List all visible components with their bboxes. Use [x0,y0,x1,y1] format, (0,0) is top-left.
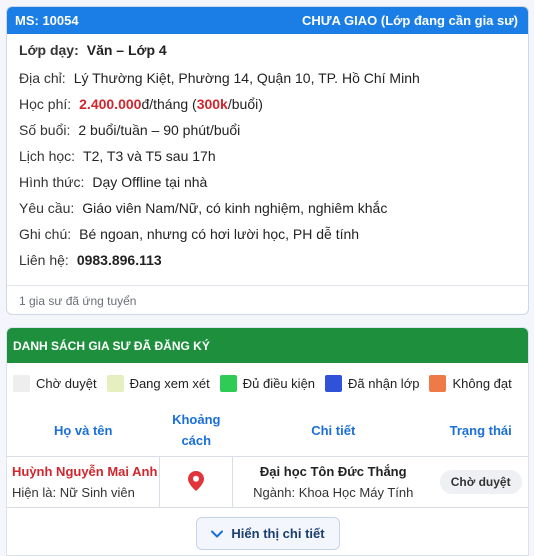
legend-item-qualified: Đủ điều kiện [219,374,316,392]
tutor-detail-cell: Đại học Tôn Đức Thắng Ngành: Khoa Học Má… [233,457,433,507]
tutor-major: Ngành: Khoa Học Máy Tính [253,485,414,500]
legend-label-accepted: Đã nhận lớp [348,375,420,391]
legend-item-reviewing: Đang xem xét [106,374,210,392]
chevron-down-icon [211,530,224,537]
applicants-count: 1 gia sư đã ứng tuyển [7,285,528,314]
format-label: Hình thức: [19,174,85,190]
tutor-list-title: DANH SÁCH GIA SƯ ĐÃ ĐĂNG KÝ [7,328,528,363]
address-row: Địa chỉ: Lý Thường Kiệt, Phường 14, Quận… [19,65,516,91]
legend-swatch-qualified [219,374,237,392]
fee-label: Học phí: [19,96,72,112]
schedule-row: Lịch học: T2, T3 và T5 sau 17h [19,143,516,169]
location-pin-icon[interactable] [188,470,205,494]
contact-label: Liên hệ: [19,252,69,268]
legend-label-qualified: Đủ điều kiện [242,375,316,391]
requirement-label: Yêu cầu: [19,200,75,216]
tutor-status-cell: Chờ duyệt [433,457,528,507]
fee-unit: đ/tháng ( [141,96,197,112]
schedule-value: T2, T3 và T5 sau 17h [83,148,216,164]
legend-item-pending: Chờ duyệt [13,374,97,392]
requirement-value: Giáo viên Nam/Nữ, có kinh nghiệm, nghiêm… [82,200,388,216]
listing-status: CHƯA GIAO (Lớp đang cần gia sư) [301,13,518,28]
col-header-status: Trạng thái [449,422,512,438]
status-badge: Chờ duyệt [439,470,522,494]
status-legend: Chờ duyệt Đang xem xét Đủ điều kiện Đã n… [7,363,528,403]
tutor-list-panel: DANH SÁCH GIA SƯ ĐÃ ĐĂNG KÝ Chờ duyệt Đa… [6,327,529,556]
fee-session: 300k [196,96,228,112]
format-value: Dạy Offline tại nhà [92,174,208,190]
class-row: Lớp dạy: Văn – Lớp 4 [19,35,516,65]
col-header-distance: Khoảng cách [159,409,233,451]
address-label: Địa chỉ: [19,70,66,86]
sessions-label: Số buổi: [19,122,71,138]
sessions-row: Số buổi: 2 buổi/tuần – 90 phút/buổi [19,117,516,143]
col-header-detail: Chi tiết [311,422,356,438]
table-row[interactable]: Huỳnh Nguyễn Mai Anh Hiện là: Nữ Sinh vi… [7,456,528,508]
tutor-university: Đại học Tôn Đức Thắng [259,464,407,479]
class-listing-card: MS: 10054 CHƯA GIAO (Lớp đang cần gia sư… [6,6,529,315]
legend-swatch-accepted [325,374,343,392]
fee-value: 2.400.000đ/tháng (300k/buổi) [79,96,263,112]
col-header-distance-line2: cách [181,433,212,448]
tutor-current-role: Hiện là: Nữ Sinh viên [12,485,135,500]
show-details-button[interactable]: Hiển thị chi tiết [196,517,340,550]
legend-swatch-rejected [429,374,447,392]
note-row: Ghi chú: Bé ngoan, nhưng có hơi lười học… [19,221,516,247]
listing-code: MS: 10054 [15,13,79,28]
note-label: Ghi chú: [19,226,72,242]
legend-label-pending: Chờ duyệt [36,375,97,391]
applicants-text: 1 gia sư đã ứng tuyển [19,293,137,308]
sessions-value: 2 buổi/tuần – 90 phút/buổi [78,122,241,138]
legend-item-accepted: Đã nhận lớp [325,374,420,392]
tutor-name-cell: Huỳnh Nguyễn Mai Anh Hiện là: Nữ Sinh vi… [7,457,159,507]
requirement-row: Yêu cầu: Giáo viên Nam/Nữ, có kinh nghiệ… [19,195,516,221]
col-header-name: Họ và tên [53,422,113,438]
col-header-distance-line1: Khoảng [172,412,221,427]
fee-row: Học phí: 2.400.000đ/tháng (300k/buổi) [19,91,516,117]
contact-phone[interactable]: 0983.896.113 [77,252,162,268]
listing-header: MS: 10054 CHƯA GIAO (Lớp đang cần gia sư… [7,7,528,34]
note-value: Bé ngoan, nhưng có hơi lười học, PH dễ t… [79,226,360,242]
fee-session-unit: /buổi) [227,96,263,112]
legend-swatch-pending [13,374,30,392]
table-header: Họ và tên Khoảng cách Chi tiết Trạng thá… [7,404,528,456]
fee-amount: 2.400.000 [79,96,142,112]
tutor-table: Họ và tên Khoảng cách Chi tiết Trạng thá… [7,404,528,508]
legend-label-reviewing: Đang xem xét [129,375,210,391]
format-row: Hình thức: Dạy Offline tại nhà [19,169,516,195]
show-details-label: Hiển thị chi tiết [231,526,325,541]
address-value: Lý Thường Kiệt, Phường 14, Quận 10, TP. … [73,70,420,86]
schedule-label: Lịch học: [19,148,76,164]
contact-row: Liên hệ: 0983.896.113 [19,247,516,273]
tutor-distance-cell [159,457,234,507]
legend-label-rejected: Không đạt [452,375,512,391]
tutor-name[interactable]: Huỳnh Nguyễn Mai Anh [12,461,159,482]
class-info: Lớp dạy: Văn – Lớp 4 Địa chỉ: Lý Thường … [7,35,528,273]
legend-swatch-reviewing [106,374,124,392]
class-value: Văn – Lớp 4 [86,42,167,58]
legend-item-rejected: Không đạt [429,374,512,392]
class-label: Lớp dạy: [19,42,79,58]
